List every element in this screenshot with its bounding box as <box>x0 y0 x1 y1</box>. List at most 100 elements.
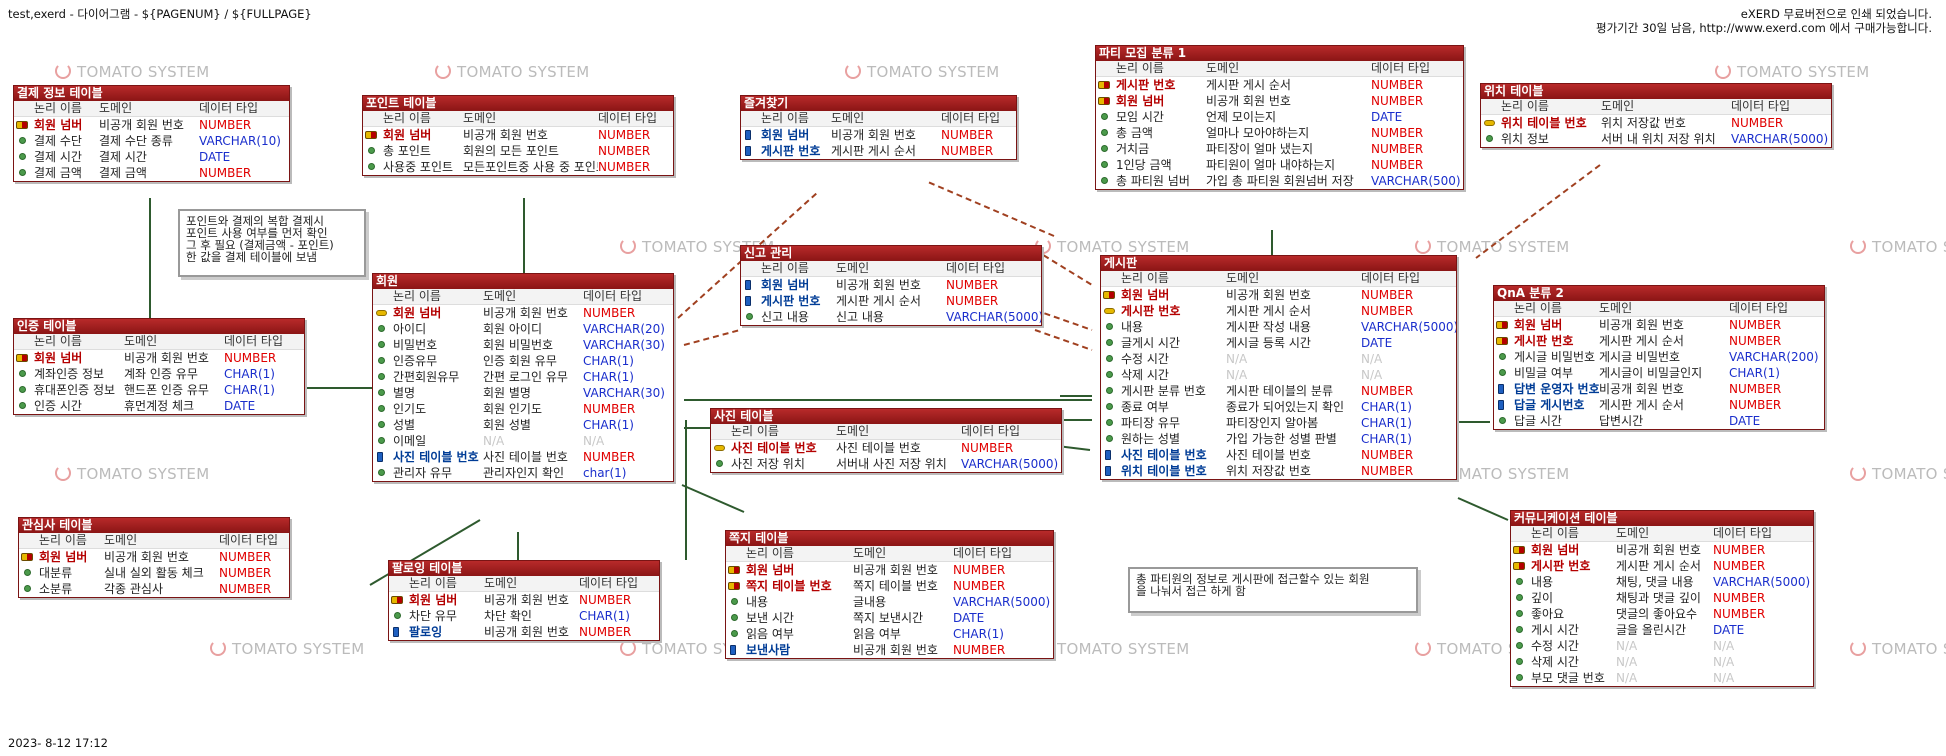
attribute-row[interactable]: 사용중 포인트 모든포인트중 사용 중 포인트 NUMBER <box>363 159 673 175</box>
attribute-row[interactable]: 사진 테이블 번호 사진 테이블 번호 NUMBER <box>1101 447 1456 463</box>
attribute-row[interactable]: 아이디 회원 아이디 VARCHAR(20) <box>373 321 673 337</box>
attribute-row[interactable]: 게시판 번호 게시판 게시 순서 NUMBER <box>1101 303 1456 319</box>
attribute-row[interactable]: 답글 게시번호 게시판 게시 순서 NUMBER <box>1494 397 1824 413</box>
attribute-row[interactable]: 인기도 회원 인기도 NUMBER <box>373 401 673 417</box>
attribute-row[interactable]: 답글 시간 답변시간 DATE <box>1494 413 1824 429</box>
entity-table[interactable]: 커뮤니케이션 테이블 논리 이름 도메인 데이터 타입 회원 넘버 비공개 회원 번호 NU… <box>1510 510 1814 687</box>
attribute-row[interactable]: 깊이 채팅과 댓글 깊이 NUMBER <box>1511 590 1813 606</box>
attribute-row[interactable]: 총 포인트 회원의 모든 포인트 NUMBER <box>363 143 673 159</box>
attribute-row[interactable]: 종료 여부 종료가 되어있는지 확인 CHAR(1) <box>1101 399 1456 415</box>
attribute-row[interactable]: 게시판 번호 게시판 게시 순서 NUMBER <box>1494 333 1824 349</box>
attribute-logical-name: 회원 넘버 <box>1101 287 1226 303</box>
attribute-logical-name: 관리자 유무 <box>373 465 483 481</box>
attribute-row[interactable]: 답변 운영자 번호 비공개 회원 번호 NUMBER <box>1494 381 1824 397</box>
attribute-row[interactable]: 회원 넘버 비공개 회원 번호 NUMBER <box>1101 287 1456 303</box>
entity-table[interactable]: 포인트 테이블 논리 이름 도메인 데이터 타입 회원 넘버 비공개 회원 번호 NUMBE… <box>362 95 674 176</box>
attribute-row[interactable]: 사진 저장 위치 서버내 사진 저장 위치 VARCHAR(5000) <box>711 456 1061 472</box>
attribute-row[interactable]: 거치금 파티장이 얼마 냈는지 NUMBER <box>1096 141 1463 157</box>
attribute-row[interactable]: 회원 넘버 비공개 회원 번호 NUMBER <box>1511 542 1813 558</box>
entity-table[interactable]: 팔로잉 테이블 논리 이름 도메인 데이터 타입 회원 넘버 비공개 회원 번호 NUMBE… <box>388 560 660 641</box>
attribute-row[interactable]: 대분류 실내 실외 활동 체크 NUMBER <box>19 565 289 581</box>
attribute-row[interactable]: 회원 넘버 비공개 회원 번호 NUMBER <box>741 277 1041 293</box>
entity-table[interactable]: 위치 테이블 논리 이름 도메인 데이터 타입 위치 테이블 번호 위치 저장값 번호 NU… <box>1480 83 1832 148</box>
entity-table[interactable]: 사진 테이블 논리 이름 도메인 데이터 타입 사진 테이블 번호 사진 테이블 번호 NU… <box>710 408 1062 473</box>
attribute-row[interactable]: 회원 넘버 비공개 회원 번호 NUMBER <box>373 305 673 321</box>
attribute-row[interactable]: 회원 넘버 비공개 회원 번호 NUMBER <box>1494 317 1824 333</box>
attribute-row[interactable]: 회원 넘버 비공개 회원 번호 NUMBER <box>14 350 304 366</box>
attribute-row[interactable]: 삭제 시간 N/A N/A <box>1101 367 1456 383</box>
attribute-row[interactable]: 위치 정보 서버 내 위치 저장 위치 VARCHAR(5000) <box>1481 131 1831 147</box>
entity-table[interactable]: QnA 분류 2 논리 이름 도메인 데이터 타입 회원 넘버 비공개 회원 번호 NUMB… <box>1493 285 1825 430</box>
attribute-row[interactable]: 파티장 유무 파티장인지 알아봄 CHAR(1) <box>1101 415 1456 431</box>
attribute-row[interactable]: 계좌인증 정보 계좌 인증 유무 CHAR(1) <box>14 366 304 382</box>
attribute-row[interactable]: 결제 금액 결제 금액 NUMBER <box>14 165 289 181</box>
attribute-row[interactable]: 비밀글 여부 게시글이 비밀글인지 CHAR(1) <box>1494 365 1824 381</box>
attribute-row[interactable]: 보낸 시간 쪽지 보낸시간 DATE <box>726 610 1053 626</box>
entity-title: 위치 테이블 <box>1481 84 1831 99</box>
attribute-row[interactable]: 내용 글내용 VARCHAR(5000) <box>726 594 1053 610</box>
attribute-row[interactable]: 회원 넘버 비공개 회원 번호 NUMBER <box>19 549 289 565</box>
attribute-row[interactable]: 회원 넘버 비공개 회원 번호 NUMBER <box>1096 93 1463 109</box>
entity-table[interactable]: 파티 모집 분류 1 논리 이름 도메인 데이터 타입 게시판 번호 게시판 게시 순서 N… <box>1095 45 1464 190</box>
attribute-datatype: DATE <box>953 611 985 625</box>
entity-table[interactable]: 회원 논리 이름 도메인 데이터 타입 회원 넘버 비공개 회원 번호 NUMBER 아이디 회… <box>372 273 674 482</box>
attribute-row[interactable]: 좋아요 댓글의 좋아요수 NUMBER <box>1511 606 1813 622</box>
attribute-row[interactable]: 게시판 번호 게시판 게시 순서 NUMBER <box>741 293 1041 309</box>
entity-table[interactable]: 인증 테이블 논리 이름 도메인 데이터 타입 회원 넘버 비공개 회원 번호 NUMBER… <box>13 318 305 415</box>
attribute-row[interactable]: 수정 시간 N/A N/A <box>1101 351 1456 367</box>
attribute-row[interactable]: 회원 넘버 비공개 회원 번호 NUMBER <box>389 592 659 608</box>
attribute-row[interactable]: 게시판 번호 게시판 게시 순서 NUMBER <box>1511 558 1813 574</box>
attribute-row[interactable]: 회원 넘버 비공개 회원 번호 NUMBER <box>726 562 1053 578</box>
attribute-row[interactable]: 보낸사람 비공개 회원 번호 NUMBER <box>726 642 1053 658</box>
attribute-row[interactable]: 게시글 비밀번호 게시글 비밀번호 VARCHAR(200) <box>1494 349 1824 365</box>
attribute-row[interactable]: 내용 게시판 작성 내용 VARCHAR(5000) <box>1101 319 1456 335</box>
attribute-row[interactable]: 게시 시간 글을 올린시간 DATE <box>1511 622 1813 638</box>
attribute-row[interactable]: 비밀번호 회원 비밀번호 VARCHAR(30) <box>373 337 673 353</box>
attribute-row[interactable]: 신고 내용 신고 내용 VARCHAR(5000) <box>741 309 1041 325</box>
attribute-row[interactable]: 회원 넘버 비공개 회원 번호 NUMBER <box>14 117 289 133</box>
attribute-row[interactable]: 별명 회원 별명 VARCHAR(30) <box>373 385 673 401</box>
attribute-row[interactable]: 수정 시간 N/A N/A <box>1511 638 1813 654</box>
attribute-row[interactable]: 휴대폰인증 정보 핸드폰 인증 유무 CHAR(1) <box>14 382 304 398</box>
attribute-row[interactable]: 게시판 번호 게시판 게시 순서 NUMBER <box>741 143 1016 159</box>
attribute-row[interactable]: 부모 댓글 번호 N/A N/A <box>1511 670 1813 686</box>
entity-table[interactable]: 관심사 테이블 논리 이름 도메인 데이터 타입 회원 넘버 비공개 회원 번호 NUMBE… <box>18 517 290 598</box>
attribute-row[interactable]: 소분류 각종 관심사 NUMBER <box>19 581 289 597</box>
attribute-row[interactable]: 사진 테이블 번호 사진 테이블 번호 NUMBER <box>711 440 1061 456</box>
entity-table[interactable]: 즐겨찾기 논리 이름 도메인 데이터 타입 회원 넘버 비공개 회원 번호 NUMBER 게시… <box>740 95 1017 160</box>
attribute-row[interactable]: 간편회원유무 간편 로그인 유무 CHAR(1) <box>373 369 673 385</box>
attribute-row[interactable]: 회원 넘버 비공개 회원 번호 NUMBER <box>741 127 1016 143</box>
attribute-row[interactable]: 결제 시간 결제 시간 DATE <box>14 149 289 165</box>
attribute-datatype: VARCHAR(10) <box>199 134 281 148</box>
attribute-row[interactable]: 쪽지 테이블 번호 쪽지 테이블 번호 NUMBER <box>726 578 1053 594</box>
attribute-row[interactable]: 총 금액 얼마나 모아야하는지 NUMBER <box>1096 125 1463 141</box>
attribute-row[interactable]: 삭제 시간 N/A N/A <box>1511 654 1813 670</box>
entity-table[interactable]: 게시판 논리 이름 도메인 데이터 타입 회원 넘버 비공개 회원 번호 NUMBER 게시판… <box>1100 255 1457 480</box>
attribute-row[interactable]: 성별 회원 성별 CHAR(1) <box>373 417 673 433</box>
attribute-row[interactable]: 읽음 여부 읽음 여부 CHAR(1) <box>726 626 1053 642</box>
attribute-row[interactable]: 팔로잉 비공개 회원 번호 NUMBER <box>389 624 659 640</box>
attribute-row[interactable]: 위치 테이블 번호 위치 저장값 번호 NUMBER <box>1481 115 1831 131</box>
attribute-row[interactable]: 원하는 성별 가입 가능한 성별 판별 CHAR(1) <box>1101 431 1456 447</box>
entity-table[interactable]: 신고 관리 논리 이름 도메인 데이터 타입 회원 넘버 비공개 회원 번호 NUMBER 게… <box>740 245 1042 326</box>
column-header-datatype: 데이터 타입 <box>1731 99 1791 113</box>
attribute-row[interactable]: 관리자 유무 관리자인지 확인 char(1) <box>373 465 673 481</box>
attribute-row[interactable]: 게시판 번호 게시판 게시 순서 NUMBER <box>1096 77 1463 93</box>
attribute-row[interactable]: 사진 테이블 번호 사진 테이블 번호 NUMBER <box>373 449 673 465</box>
attribute-row[interactable]: 내용 채팅, 댓글 내용 VARCHAR(5000) <box>1511 574 1813 590</box>
attribute-row[interactable]: 모임 시간 언제 모이는지 DATE <box>1096 109 1463 125</box>
attribute-row[interactable]: 결제 수단 결제 수단 종류 VARCHAR(10) <box>14 133 289 149</box>
attribute-row[interactable]: 게시판 분류 번호 게시판 테이블의 분류 NUMBER <box>1101 383 1456 399</box>
attribute-row[interactable]: 인증유무 인증 회원 유무 CHAR(1) <box>373 353 673 369</box>
attribute-row[interactable]: 1인당 금액 파티원이 얼마 내야하는지 NUMBER <box>1096 157 1463 173</box>
attribute-row[interactable]: 글게시 시간 게시글 등록 시간 DATE <box>1101 335 1456 351</box>
attribute-row[interactable]: 이메일 N/A N/A <box>373 433 673 449</box>
attribute-row[interactable]: 총 파티원 넘버 가입 총 파티원 회원넘버 저장 VARCHAR(500) <box>1096 173 1463 189</box>
entity-table[interactable]: 결제 정보 테이블 논리 이름 도메인 데이터 타입 회원 넘버 비공개 회원 번호 NUM… <box>13 85 290 182</box>
entity-table[interactable]: 쪽지 테이블 논리 이름 도메인 데이터 타입 회원 넘버 비공개 회원 번호 NUMBER… <box>725 530 1054 659</box>
attribute-domain: 게시판 게시 순서 <box>1206 78 1291 92</box>
attribute-row[interactable]: 회원 넘버 비공개 회원 번호 NUMBER <box>363 127 673 143</box>
attribute-row[interactable]: 위치 테이블 번호 위치 저장값 번호 NUMBER <box>1101 463 1456 479</box>
attribute-row[interactable]: 차단 유무 차단 확인 CHAR(1) <box>389 608 659 624</box>
attribute-row[interactable]: 인증 시간 휴먼계정 체크 DATE <box>14 398 304 414</box>
